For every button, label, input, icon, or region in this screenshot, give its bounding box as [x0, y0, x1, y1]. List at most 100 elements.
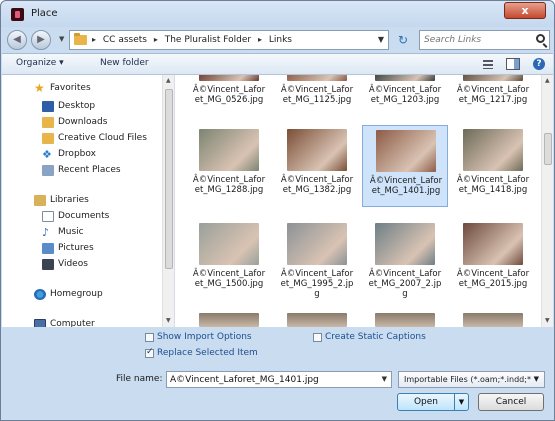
open-button-label: Open	[413, 397, 439, 407]
nav-pictures[interactable]: Pictures	[2, 241, 152, 257]
scroll-down-icon[interactable]: ▼	[166, 317, 171, 324]
image-thumbnail	[463, 129, 523, 171]
file-name: Â©Vincent_Lafor et_MG_1382.jpg	[280, 175, 354, 195]
image-thumbnail[interactable]	[199, 313, 259, 327]
nav-dropbox[interactable]: ❖ Dropbox	[2, 147, 152, 163]
refresh-icon: ↻	[397, 33, 409, 47]
file-item[interactable]: Â©Vincent_Lafor et_MG_1382.jpg	[274, 125, 360, 207]
image-thumbnail[interactable]	[287, 313, 347, 327]
nav-label: Creative Cloud Files	[58, 133, 147, 143]
change-view-icon[interactable]	[483, 59, 494, 69]
refresh-button[interactable]: ↻	[391, 30, 415, 50]
image-thumbnail	[376, 130, 436, 172]
nav-label: Libraries	[50, 195, 89, 205]
address-bar[interactable]: ▸ CC assets ▸ The Pluralist Folder ▸ Lin…	[69, 30, 389, 50]
create-static-captions-checkbox[interactable]: Create Static Captions	[313, 331, 453, 345]
nav-desktop[interactable]: Desktop	[2, 99, 152, 115]
checkbox-label: Replace Selected Item	[157, 348, 258, 358]
checkbox-label: Create Static Captions	[325, 332, 426, 342]
open-button[interactable]: Open ▼	[397, 393, 469, 411]
file-name: Â©Vincent_Lafor et_MG_1203.jpg	[368, 85, 442, 105]
back-button[interactable]: ◀	[7, 30, 27, 50]
nav-label: Homegroup	[50, 289, 103, 299]
file-name-field[interactable]: ▼	[166, 371, 392, 388]
breadcrumb-item[interactable]: Links	[269, 35, 292, 45]
breadcrumb-separator-icon[interactable]: ▸	[258, 35, 262, 44]
files-scrollbar[interactable]: ▲ ▼	[541, 75, 553, 327]
breadcrumb-item[interactable]: CC assets	[103, 35, 147, 45]
file-item[interactable]: Â©Vincent_Lafor et_MG_1995_2.jp g	[274, 219, 360, 301]
checkbox-box[interactable]	[313, 333, 322, 342]
scroll-up-icon[interactable]: ▲	[166, 77, 171, 84]
music-icon: ♪	[42, 226, 50, 239]
image-thumbnail	[375, 75, 435, 81]
search-input[interactable]	[424, 33, 528, 47]
nav-label: Computer	[50, 319, 95, 327]
organize-menu[interactable]: Organize ▾	[16, 58, 64, 68]
files-scroll-thumb[interactable]	[544, 133, 552, 165]
nav-favorites[interactable]: ★ Favorites	[2, 81, 152, 97]
recent-locations-dropdown[interactable]: ▼	[59, 35, 64, 43]
chevron-down-icon[interactable]: ▼	[534, 375, 539, 383]
nav-creative-cloud-files[interactable]: Creative Cloud Files	[2, 131, 152, 147]
breadcrumb-item[interactable]: The Pluralist Folder	[165, 35, 251, 45]
image-thumbnail[interactable]	[375, 313, 435, 327]
image-thumbnail	[463, 75, 523, 81]
file-name-input[interactable]	[170, 373, 370, 386]
scroll-down-icon[interactable]: ▼	[545, 317, 550, 324]
image-thumbnail	[199, 223, 259, 265]
close-button[interactable]: x	[504, 2, 546, 19]
scroll-up-icon[interactable]: ▲	[545, 77, 550, 84]
address-dropdown-icon[interactable]: ▼	[378, 35, 384, 44]
recent-places-icon	[42, 165, 54, 176]
preview-pane-icon[interactable]	[506, 58, 521, 70]
file-item[interactable]: Â©Vincent_Lafor et_MG_1401.jpg	[362, 125, 448, 207]
pictures-icon	[42, 243, 54, 254]
file-item[interactable]: Â©Vincent_Lafor et_MG_0526.jpg	[186, 75, 272, 113]
breadcrumb-separator-icon[interactable]: ▸	[92, 35, 96, 44]
star-icon: ★	[34, 81, 45, 95]
nav-videos[interactable]: Videos	[2, 257, 152, 273]
show-import-options-checkbox[interactable]: Show Import Options	[145, 331, 275, 345]
indesign-app-icon	[11, 8, 24, 21]
nav-recent-places[interactable]: Recent Places	[2, 163, 152, 179]
image-thumbnail	[463, 223, 523, 265]
back-arrow-icon: ◀	[13, 34, 21, 45]
place-dialog: Place x ◀ ▶ ▼ ▸ CC assets ▸ The Pluralis…	[0, 0, 555, 421]
nav-scrollbar[interactable]: ▲ ▼	[162, 75, 174, 327]
nav-downloads[interactable]: Downloads	[2, 115, 152, 131]
image-thumbnail[interactable]	[463, 313, 523, 327]
help-icon[interactable]: ?	[533, 58, 545, 70]
file-item[interactable]: Â©Vincent_Lafor et_MG_1418.jpg	[450, 125, 536, 207]
search-box[interactable]	[419, 30, 550, 50]
search-icon[interactable]	[536, 34, 545, 43]
chevron-down-icon[interactable]: ▼	[382, 375, 387, 383]
nav-documents[interactable]: Documents	[2, 209, 152, 225]
file-grid: Â©Vincent_Lafor et_MG_0526.jpg Â©Vincent_…	[176, 75, 541, 327]
file-item[interactable]: Â©Vincent_Lafor et_MG_1203.jpg	[362, 75, 448, 113]
breadcrumb-separator-icon[interactable]: ▸	[154, 35, 158, 44]
nav-scroll-thumb[interactable]	[165, 89, 173, 269]
forward-button[interactable]: ▶	[31, 30, 51, 50]
nav-computer[interactable]: Computer	[2, 317, 152, 327]
nav-homegroup[interactable]: Homegroup	[2, 287, 152, 303]
replace-selected-item-checkbox[interactable]: Replace Selected Item	[145, 347, 275, 361]
documents-icon	[42, 211, 54, 222]
file-item[interactable]: Â©Vincent_Lafor et_MG_1288.jpg	[186, 125, 272, 207]
open-options-dropdown-icon[interactable]: ▼	[454, 394, 468, 410]
file-item[interactable]: Â©Vincent_Lafor et_MG_1125.jpg	[274, 75, 360, 113]
file-type-value: Importable Files (*.oam;*.indd;*	[404, 375, 531, 384]
file-item[interactable]: Â©Vincent_Lafor et_MG_1500.jpg	[186, 219, 272, 301]
file-name: Â©Vincent_Lafor et_MG_1401.jpg	[369, 176, 443, 196]
cancel-button[interactable]: Cancel	[478, 393, 544, 411]
new-folder-button[interactable]: New folder	[100, 58, 149, 68]
checkbox-box[interactable]	[145, 333, 154, 342]
file-item[interactable]: Â©Vincent_Lafor et_MG_2015.jpg	[450, 219, 536, 301]
nav-libraries[interactable]: Libraries	[2, 193, 152, 209]
file-item[interactable]: Â©Vincent_Lafor et_MG_1217.jpg	[450, 75, 536, 113]
file-name: Â©Vincent_Lafor et_MG_0526.jpg	[192, 85, 266, 105]
file-item[interactable]: Â©Vincent_Lafor et_MG_2007_2.jp g	[362, 219, 448, 301]
checkbox-box[interactable]	[145, 347, 154, 358]
nav-music[interactable]: ♪ Music	[2, 225, 152, 241]
file-type-select[interactable]: Importable Files (*.oam;*.indd;* ▼	[398, 371, 545, 388]
